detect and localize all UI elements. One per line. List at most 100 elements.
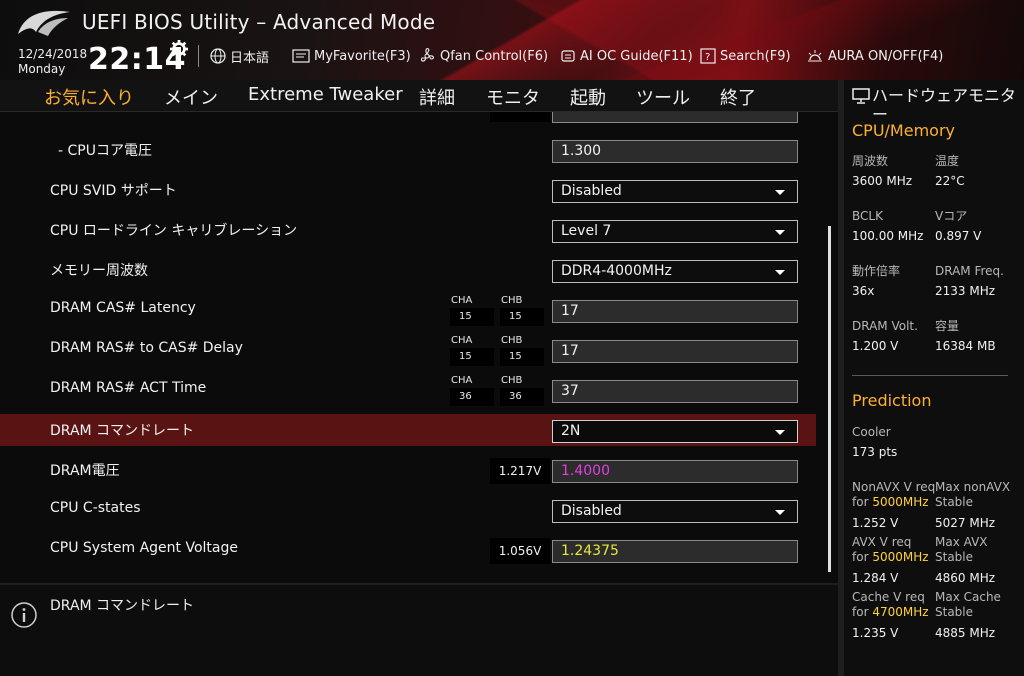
setting-row-cpu-svid[interactable]: CPU SVID サポート Disabled xyxy=(0,174,816,206)
qfan-control-button[interactable]: Qfan Control(F6) xyxy=(418,46,548,66)
aura-icon xyxy=(808,50,822,62)
chb-label: CHB xyxy=(501,375,523,386)
hw-monitor-title: ハードウェアモニター xyxy=(872,86,1017,124)
tab-favorites[interactable]: お気に入り xyxy=(44,84,134,114)
tab-boot[interactable]: 起動 xyxy=(570,84,606,110)
chb-label: CHB xyxy=(501,295,523,306)
hw-label-line2: Stable xyxy=(935,495,974,509)
header-bar: UEFI BIOS Utility – Advanced Mode 12/24/… xyxy=(0,0,1024,80)
hw-label: DRAM Freq. xyxy=(935,264,1004,278)
hw-label-line1: Max nonAVX xyxy=(935,480,1011,494)
cooler-value: 173 pts xyxy=(852,445,898,459)
setting-row-ras-to-cas[interactable]: DRAM RAS# to CAS# Delay CHA 15 CHB 15 17 xyxy=(0,334,816,366)
cpu-svid-dropdown[interactable]: Disabled xyxy=(552,180,798,203)
cpu-core-voltage-field[interactable]: 1.300 xyxy=(552,140,798,163)
tab-exit[interactable]: 終了 xyxy=(720,84,756,110)
myfavorite-button[interactable]: MyFavorite(F3) xyxy=(292,46,411,66)
hw-value: 3600 MHz xyxy=(852,174,913,188)
hw-value: 1.284 V xyxy=(852,571,899,585)
hw-value: 5027 MHz xyxy=(935,516,996,530)
setting-row-memory-frequency[interactable]: メモリー周波数 DDR4-4000MHz xyxy=(0,254,816,286)
cha-label: CHA xyxy=(451,335,473,346)
hw-value: 4860 MHz xyxy=(935,571,996,585)
command-rate-dropdown[interactable]: 2N xyxy=(552,420,798,443)
cha-readout: CHA 15 xyxy=(450,334,494,366)
search-label: Search(F9) xyxy=(720,48,791,64)
globe-icon xyxy=(210,48,226,64)
cha-value: 36 xyxy=(450,388,494,406)
hw-label: Vコア xyxy=(935,209,968,223)
setting-row-system-agent-voltage[interactable]: CPU System Agent Voltage 1.056V 1.24375 xyxy=(0,534,816,566)
setting-row-ras-act-time[interactable]: DRAM RAS# ACT Time CHA 36 CHB 36 37 xyxy=(0,374,816,406)
setting-label: DRAM RAS# to CAS# Delay xyxy=(50,340,243,356)
header-separator xyxy=(198,45,199,67)
language-button[interactable]: 日本語 xyxy=(210,46,269,66)
setting-row-command-rate[interactable]: DRAM コマンドレート 2N xyxy=(0,414,816,446)
chb-value: 15 xyxy=(500,308,544,326)
hw-value: 22°C xyxy=(935,174,965,188)
memory-frequency-dropdown[interactable]: DDR4-4000MHz xyxy=(552,260,798,283)
tab-main[interactable]: メイン xyxy=(164,84,218,110)
ras-to-cas-field[interactable]: 17 xyxy=(552,340,798,363)
search-button[interactable]: ? Search(F9) xyxy=(700,46,791,66)
chb-value: 36 xyxy=(500,388,544,406)
setting-row-llc[interactable]: CPU ロードライン キャリブレーション Level 7 xyxy=(0,214,816,246)
cutoff-setting-field[interactable] xyxy=(552,112,798,123)
hw-value: 1.235 V xyxy=(852,626,899,640)
tab-advanced[interactable]: 詳細 xyxy=(419,84,455,110)
setting-label: DRAM CAS# Latency xyxy=(50,300,196,316)
cooler-label: Cooler xyxy=(852,425,891,439)
main-menu-bar: お気に入り メイン Extreme Tweaker 詳細 モニタ 起動 ツール … xyxy=(0,80,838,114)
svg-text:?: ? xyxy=(705,52,710,63)
settings-gear-icon[interactable] xyxy=(170,40,188,58)
c-states-dropdown[interactable]: Disabled xyxy=(552,500,798,523)
setting-row-cas-latency[interactable]: DRAM CAS# Latency CHA 15 CHB 15 17 xyxy=(0,294,816,326)
hw-value: 2133 MHz xyxy=(935,284,996,298)
hw-label-for: for xyxy=(852,550,869,564)
info-icon xyxy=(11,602,37,628)
hw-section-divider xyxy=(852,375,1008,376)
ai-oc-guide-label: AI OC Guide(F11) xyxy=(580,48,693,64)
hw-label: 容量 xyxy=(935,319,960,333)
chevron-down-icon xyxy=(775,190,785,195)
cas-latency-field[interactable]: 17 xyxy=(552,300,798,323)
hw-label-line1: AVX V req xyxy=(852,535,912,549)
monitor-icon xyxy=(852,88,870,104)
tab-monitor[interactable]: モニタ xyxy=(486,84,540,110)
tab-extreme-tweaker[interactable]: Extreme Tweaker xyxy=(248,84,403,105)
hw-label-line1: Cache V req xyxy=(852,590,925,604)
hardware-monitor-panel: ハードウェアモニター CPU/Memory 周波数 3600 MHz 温度 22… xyxy=(844,80,1024,676)
hw-label-line2: Stable xyxy=(935,605,974,619)
hw-label-for: for xyxy=(852,605,869,619)
setting-label: DRAM電圧 xyxy=(50,463,120,479)
hw-label: NonAVX V req for 5000MHz xyxy=(852,480,935,510)
help-text: DRAM コマンドレート xyxy=(50,598,195,614)
dropdown-value: 2N xyxy=(561,423,581,439)
settings-scrollbar[interactable] xyxy=(828,226,831,572)
tab-tool[interactable]: ツール xyxy=(636,84,690,110)
cpu-memory-section-title: CPU/Memory xyxy=(852,121,955,140)
setting-label: CPU ロードライン キャリブレーション xyxy=(50,223,298,239)
setting-row-dram-voltage[interactable]: DRAM電圧 1.217V 1.4000 xyxy=(0,454,816,486)
llc-dropdown[interactable]: Level 7 xyxy=(552,220,798,243)
dram-voltage-field[interactable]: 1.4000 xyxy=(552,460,798,483)
chevron-down-icon xyxy=(775,230,785,235)
hw-value: 0.897 V xyxy=(935,229,982,243)
hw-label: AVX V req for 5000MHz xyxy=(852,535,929,565)
setting-row-cpu-core-voltage[interactable]: - CPUコア電圧 1.300 xyxy=(0,134,816,166)
ras-act-time-field[interactable]: 37 xyxy=(552,380,798,403)
hw-label-line1: Max Cache xyxy=(935,590,1001,604)
aura-toggle-button[interactable]: AURA ON/OFF(F4) xyxy=(806,46,943,66)
hw-label: Max Cache Stable xyxy=(935,590,1001,620)
prediction-section-title: Prediction xyxy=(852,391,932,410)
ai-oc-guide-icon xyxy=(561,50,575,62)
weekday-display: Monday xyxy=(18,62,66,76)
help-bar: DRAM コマンドレート xyxy=(0,583,838,676)
cha-label: CHA xyxy=(451,295,473,306)
setting-row-c-states[interactable]: CPU C-states Disabled xyxy=(0,494,816,526)
hw-label: DRAM Volt. xyxy=(852,319,918,333)
chevron-down-icon xyxy=(775,270,785,275)
ai-oc-guide-button[interactable]: AI OC Guide(F11) xyxy=(560,46,693,66)
chb-readout: CHB 36 xyxy=(500,374,544,406)
system-agent-voltage-field[interactable]: 1.24375 xyxy=(552,540,798,563)
